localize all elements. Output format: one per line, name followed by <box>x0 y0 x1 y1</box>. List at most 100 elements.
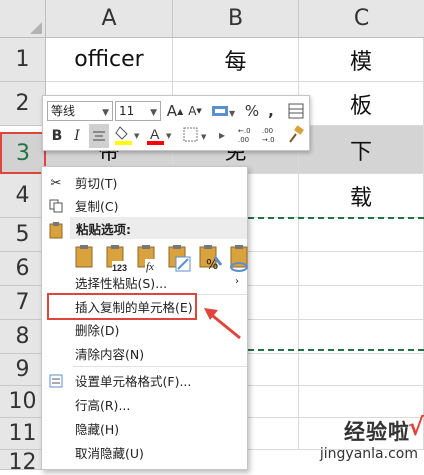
menu-item-hide[interactable]: 隐藏(H) <box>42 417 247 440</box>
number-format-button[interactable]: ▼ <box>209 100 239 122</box>
grow-font-button[interactable]: A ▲ <box>167 100 183 122</box>
decrease-decimal-icon: .00→.0 <box>262 127 275 144</box>
grow-font-icon: A <box>166 102 178 120</box>
borders-icon: ▼ <box>183 127 207 142</box>
percent-style-button[interactable]: % <box>243 100 261 122</box>
chevron-right-icon: › <box>235 276 239 287</box>
paste-formatting-icon[interactable]: % <box>197 243 223 273</box>
menu-item-label: 行高(R)... <box>75 398 131 413</box>
borders-button[interactable]: ▼ <box>181 124 211 146</box>
menu-item-paste-special[interactable]: 选择性粘贴(S)... › <box>42 271 247 294</box>
align-center-icon <box>93 131 105 141</box>
italic-button[interactable]: I <box>68 125 86 147</box>
paste-link-icon[interactable] <box>228 243 250 273</box>
svg-text:.00: .00 <box>262 127 273 135</box>
menu-item-format-cells[interactable]: 设置单元格格式(F)... <box>42 369 247 392</box>
column-header-a[interactable]: A <box>46 0 173 38</box>
svg-text:▼: ▼ <box>201 133 207 141</box>
fill-bucket-icon: ▼ <box>115 126 140 145</box>
cell-c4[interactable]: 载 <box>299 174 424 218</box>
checkmark-icon: √ <box>407 413 424 441</box>
cell[interactable] <box>248 354 299 386</box>
increase-decimal-icon: ←.0.00 <box>238 127 251 144</box>
cell[interactable] <box>299 386 424 418</box>
menu-item-unhide[interactable]: 取消隐藏(U) <box>42 441 247 464</box>
menu-item-label: 删除(D) <box>75 323 120 338</box>
comma-style-button[interactable]: , <box>263 100 279 122</box>
column-header-c[interactable]: C <box>299 0 424 38</box>
cell[interactable] <box>248 252 299 286</box>
shrink-font-button[interactable]: A ▼ <box>187 100 203 122</box>
svg-text:.00: .00 <box>238 136 249 144</box>
decrease-decimal-button[interactable]: .00 →.0 <box>261 124 283 146</box>
column-header-b[interactable]: B <box>173 0 299 38</box>
paste-icon[interactable] <box>73 243 97 271</box>
paste-transpose-icon[interactable] <box>166 243 192 273</box>
cell-b1[interactable]: 每 <box>173 38 299 82</box>
cell[interactable] <box>299 252 424 286</box>
row-header[interactable]: 10 <box>0 386 46 418</box>
copy-icon <box>48 198 64 214</box>
highlight-annotation <box>47 293 197 320</box>
paintbrush-icon <box>289 125 304 143</box>
scissors-icon: ✂ <box>50 175 62 191</box>
row-header[interactable]: 5 <box>0 218 46 252</box>
row-header[interactable]: 4 <box>0 174 46 218</box>
cell-c3[interactable]: 下 <box>299 126 424 174</box>
row-header[interactable]: 11 <box>0 418 46 450</box>
menu-item-label: 设置单元格格式(F)... <box>75 374 192 389</box>
paste-formulas-icon[interactable]: fx <box>135 243 161 273</box>
row-header[interactable]: 7 <box>0 286 46 320</box>
paste-values-icon[interactable]: 123 <box>104 243 130 273</box>
row-header[interactable]: 8 <box>0 320 46 354</box>
cell[interactable] <box>248 386 299 418</box>
row-header[interactable]: 2 <box>0 82 46 126</box>
menu-item-label: 取消隐藏(U) <box>75 446 144 461</box>
row-header[interactable]: 12 <box>0 450 46 475</box>
cell[interactable] <box>299 286 424 320</box>
menu-item-label: 复制(C) <box>75 199 119 214</box>
menu-item-row-height[interactable]: 行高(R)... <box>42 393 247 416</box>
watermark-text: 经验啦 <box>344 420 410 444</box>
font-color-button[interactable]: A ▼ <box>145 124 175 146</box>
number-format-icon: ▼ <box>212 106 236 118</box>
font-size-select[interactable]: 11 ▼ <box>115 101 161 121</box>
menu-item-label: 隐藏(H) <box>75 422 120 437</box>
svg-text:▼: ▼ <box>229 109 236 118</box>
merge-icon: ▸ <box>219 128 225 142</box>
menu-item-label: 选择性粘贴(S)... <box>75 276 168 291</box>
chevron-down-icon: ▼ <box>150 108 157 118</box>
chevron-down-icon: ▼ <box>102 108 109 118</box>
menu-item-label: 清除内容(N) <box>75 347 145 362</box>
font-name-select[interactable]: 等线 ▼ <box>47 101 113 121</box>
cell-a1[interactable]: officer <box>46 38 173 82</box>
font-color-icon: A ▼ <box>147 126 172 145</box>
arrow-annotation-icon <box>204 308 241 340</box>
fill-color-button[interactable]: ▼ <box>113 124 143 146</box>
format-painter-table-button[interactable] <box>285 100 307 122</box>
increase-decimal-button[interactable]: ←.0.00 <box>237 124 259 146</box>
bold-button[interactable]: B <box>48 125 66 147</box>
row-header[interactable]: 1 <box>0 38 46 82</box>
menu-item-copy[interactable]: 复制(C) <box>42 194 247 217</box>
merge-button[interactable]: ▸ <box>215 124 235 146</box>
paste-options-label: 粘贴选项: <box>76 221 131 237</box>
format-painter-button[interactable] <box>285 124 307 146</box>
svg-text:A: A <box>150 126 160 142</box>
svg-text:▸: ▸ <box>219 128 225 142</box>
format-cells-icon <box>48 373 64 389</box>
cell[interactable] <box>299 218 424 252</box>
cell-c2[interactable]: 板 <box>299 82 424 126</box>
select-all-corner[interactable] <box>0 0 46 38</box>
copy-marquee-bottom <box>248 349 424 351</box>
cell-c1[interactable]: 模 <box>299 38 424 82</box>
align-center-button[interactable] <box>89 124 109 148</box>
cell[interactable] <box>248 286 299 320</box>
row-header-selected[interactable]: 3 <box>0 132 46 174</box>
row-header[interactable]: 6 <box>0 252 46 286</box>
menu-item-cut[interactable]: ✂ 剪切(T) <box>42 171 247 194</box>
cell[interactable] <box>299 354 424 386</box>
row-header[interactable]: 9 <box>0 354 46 386</box>
watermark-url: jingyanla.com <box>319 446 418 462</box>
mini-toolbar: 等线 ▼ 11 ▼ A ▲ A ▼ ▼ % , B I ▼ A ▼ ▼ ▸ ←.0.0… <box>42 95 310 151</box>
